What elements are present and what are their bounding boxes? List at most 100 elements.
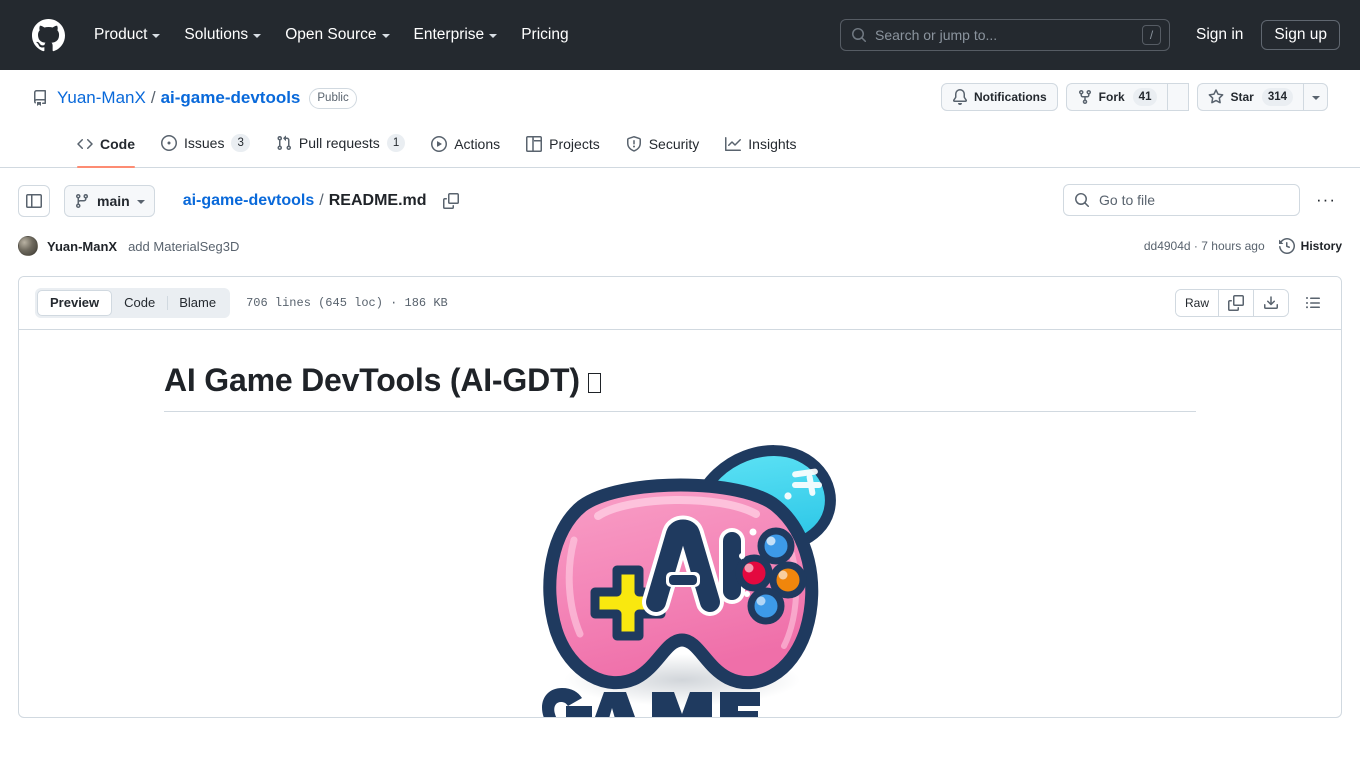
history-label: History [1300, 239, 1342, 253]
tab-issues-label: Issues [184, 135, 225, 151]
tab-code[interactable]: Code [68, 130, 144, 168]
github-logo-icon[interactable] [30, 17, 66, 53]
tab-pull-requests-label: Pull requests [298, 135, 380, 151]
fork-label: Fork [1098, 90, 1125, 104]
tab-actions[interactable]: Actions [422, 130, 509, 158]
copy-icon[interactable] [1219, 290, 1254, 316]
repo-visibility-badge: Public [309, 87, 357, 109]
chevron-down-icon [381, 34, 390, 38]
nav-product-label: Product [94, 26, 148, 43]
commit-author[interactable]: Yuan-ManX [47, 239, 117, 254]
more-options-button[interactable]: ··· [1310, 184, 1342, 216]
repo-owner-link[interactable]: Yuan-ManX [57, 88, 146, 108]
notifications-label: Notifications [973, 90, 1047, 104]
star-label: Star [1230, 90, 1254, 104]
chevron-down-icon [136, 200, 145, 204]
tab-code-label: Code [100, 136, 135, 152]
repo-header: Yuan-ManX / ai-game-devtools Public Noti… [0, 70, 1360, 168]
nav-open-source-label: Open Source [285, 26, 377, 43]
view-preview-button[interactable]: Preview [37, 290, 113, 316]
file-content-panel: Preview Code Blame 706 lines (645 loc) ·… [18, 276, 1342, 718]
tab-projects-label: Projects [549, 136, 600, 152]
repo-name-link[interactable]: ai-game-devtools [161, 88, 301, 108]
file-tool-group: Raw [1174, 289, 1289, 317]
sign-in-button[interactable]: Sign in [1186, 20, 1253, 50]
star-dropdown-button[interactable] [1303, 83, 1328, 111]
search-input[interactable]: Search or jump to... / [840, 19, 1171, 51]
commit-message[interactable]: add MaterialSeg3D [128, 239, 239, 254]
fork-count: 41 [1132, 88, 1158, 106]
latest-commit-row: Yuan-ManX add MaterialSeg3D dd4904d · 7 … [0, 228, 1360, 264]
breadcrumb-current-file: README.md [328, 192, 427, 209]
file-navigation-bar: main ai-game-devtools / README.md Go to … [0, 168, 1360, 218]
tab-actions-label: Actions [454, 136, 501, 152]
file-meta: 706 lines (645 loc) · 186 KB [246, 296, 448, 310]
tab-pull-requests[interactable]: Pull requests 1 [267, 128, 414, 158]
nav-enterprise[interactable]: Enterprise [402, 19, 510, 51]
file-toolbar: Preview Code Blame 706 lines (645 loc) ·… [19, 277, 1341, 330]
fork-button[interactable]: Fork 41 [1065, 83, 1168, 111]
star-button[interactable]: Star 314 [1197, 83, 1303, 111]
tab-issues[interactable]: Issues 3 [152, 128, 259, 158]
search-icon [851, 27, 867, 43]
global-header-right: Search or jump to... / Sign in Sign up [840, 19, 1344, 51]
global-nav: Product Solutions Open Source Enterprise… [82, 19, 581, 51]
nav-open-source[interactable]: Open Source [273, 19, 401, 51]
nav-enterprise-label: Enterprise [413, 26, 485, 43]
tab-insights[interactable]: Insights [716, 130, 805, 158]
tab-security-label: Security [648, 136, 700, 152]
tab-issues-count: 3 [231, 134, 250, 152]
readme-heading: AI Game DevTools (AI-GDT) [164, 362, 1196, 412]
file-nav-right: Go to file ··· [1063, 184, 1342, 216]
star-button-group: Star 314 [1197, 83, 1328, 111]
fork-button-group: Fork 41 [1065, 83, 1190, 111]
placeholder-divider [1167, 83, 1190, 111]
commit-sha: dd4904d [1143, 239, 1191, 253]
readme-logo-image [164, 434, 1196, 717]
download-icon[interactable] [1254, 290, 1288, 316]
file-tools: Raw [1174, 289, 1327, 317]
commit-sha-and-time[interactable]: dd4904d · 7 hours ago [1144, 239, 1265, 253]
repo-icon [32, 90, 48, 106]
readme-inner: AI Game DevTools (AI-GDT) [164, 362, 1196, 717]
copy-path-icon[interactable] [441, 191, 461, 211]
tab-insights-label: Insights [748, 136, 797, 152]
breadcrumb-repo-link[interactable]: ai-game-devtools [183, 192, 315, 210]
raw-button[interactable]: Raw [1175, 290, 1219, 316]
sign-up-button[interactable]: Sign up [1261, 20, 1340, 50]
view-blame-button[interactable]: Blame [167, 290, 228, 316]
repo-action-buttons: Notifications Fork 41 Star 314 [940, 83, 1328, 111]
nav-solutions[interactable]: Solutions [172, 19, 273, 51]
branch-selector-button[interactable]: main [64, 185, 155, 217]
sidebar-toggle-button[interactable] [18, 185, 50, 217]
nav-product[interactable]: Product [82, 19, 172, 51]
commit-time: 7 hours ago [1201, 239, 1265, 253]
repo-nav-tabs: Code Issues 3 Pull requests 1 Actions Pr… [0, 124, 1360, 168]
nav-pricing[interactable]: Pricing [509, 19, 580, 51]
outline-toggle-button[interactable] [1299, 289, 1327, 317]
chevron-down-icon [253, 34, 262, 38]
go-to-file-placeholder: Go to file [1099, 192, 1156, 208]
breadcrumb: ai-game-devtools / README.md [183, 192, 427, 210]
global-header: Product Solutions Open Source Enterprise… [0, 0, 1360, 70]
tab-security[interactable]: Security [617, 130, 709, 158]
tab-pull-requests-count: 1 [386, 134, 406, 152]
avatar [18, 236, 38, 256]
chevron-down-icon [489, 34, 498, 38]
commit-meta: dd4904d · 7 hours ago History [1144, 228, 1342, 264]
star-count: 314 [1261, 88, 1293, 106]
unrendered-emoji-glyph [587, 373, 601, 393]
branch-name: main [97, 193, 130, 209]
notifications-button[interactable]: Notifications [940, 83, 1058, 111]
view-code-button[interactable]: Code [112, 290, 167, 316]
github-repo-page: Product Solutions Open Source Enterprise… [0, 0, 1360, 764]
commit-sha-separator: · [1193, 239, 1198, 253]
go-to-file-input[interactable]: Go to file [1063, 184, 1300, 216]
search-placeholder: Search or jump to... [875, 27, 998, 43]
breadcrumb-separator: / [319, 192, 324, 209]
history-button[interactable]: History [1278, 238, 1342, 254]
readme-heading-text: AI Game DevTools (AI-GDT) [164, 362, 580, 398]
chevron-down-icon [152, 34, 161, 38]
tab-projects[interactable]: Projects [517, 130, 609, 158]
search-shortcut-badge: / [1142, 25, 1162, 45]
